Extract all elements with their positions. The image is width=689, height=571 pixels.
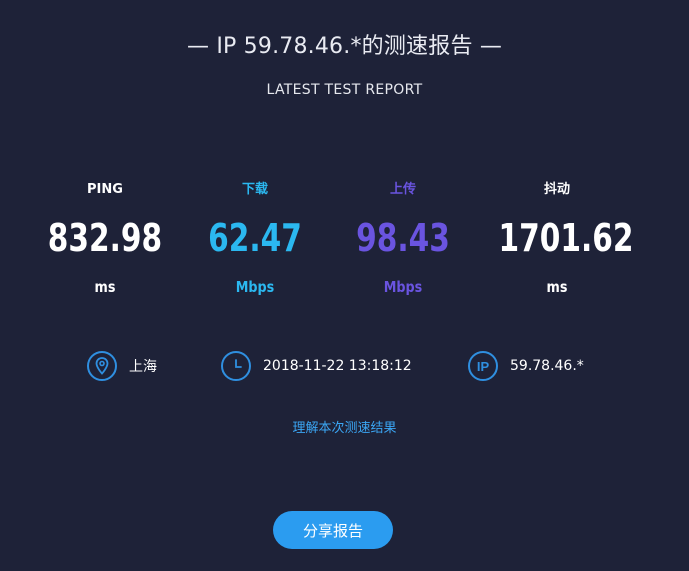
ip-icon-label: IP (476, 358, 490, 374)
info-time: 2018-11-22 13:18:12 (221, 348, 412, 384)
metric-jitter-label: 抖动 (543, 182, 570, 197)
ip-text: 59.78.46.* (510, 358, 584, 374)
page-title: — IP 59.78.46.*的测速报告 — (186, 34, 503, 59)
metric-ping-value: 832.98 (47, 216, 163, 260)
metric-download: 下载 62.47 Mbps (180, 180, 330, 296)
metric-download-unit: Mbps (235, 278, 275, 296)
clock-icon (221, 351, 251, 381)
page-subtitle: LATEST TEST REPORT (266, 82, 423, 98)
metric-jitter: 抖动 1701.62 ms (482, 180, 634, 296)
metric-upload-label: 上传 (389, 182, 416, 197)
time-text: 2018-11-22 13:18:12 (263, 358, 412, 374)
metric-download-label: 下载 (241, 182, 268, 197)
metric-jitter-unit: ms (546, 278, 568, 296)
metric-download-value: 62.47 (208, 216, 302, 260)
metric-ping-label: PING (87, 182, 123, 197)
metric-upload: 上传 98.43 Mbps (328, 180, 478, 296)
metric-ping-unit: ms (94, 278, 116, 296)
location-pin-icon (87, 351, 117, 381)
location-text: 上海 (129, 359, 157, 375)
info-location: 上海 (87, 348, 157, 384)
metric-jitter-value: 1701.62 (498, 216, 634, 260)
metric-upload-unit: Mbps (383, 278, 423, 296)
metrics-panel: PING 832.98 ms 下载 62.47 Mbps 上传 98.43 Mb… (0, 180, 689, 310)
metric-ping: PING 832.98 ms (30, 180, 180, 296)
ip-icon: IP (468, 351, 498, 381)
metric-upload-value: 98.43 (356, 216, 450, 260)
understand-results-link[interactable]: 理解本次测速结果 (0, 417, 689, 436)
info-ip: IP 59.78.46.* (468, 348, 584, 384)
share-report-button[interactable]: 分享报告 (273, 511, 393, 549)
